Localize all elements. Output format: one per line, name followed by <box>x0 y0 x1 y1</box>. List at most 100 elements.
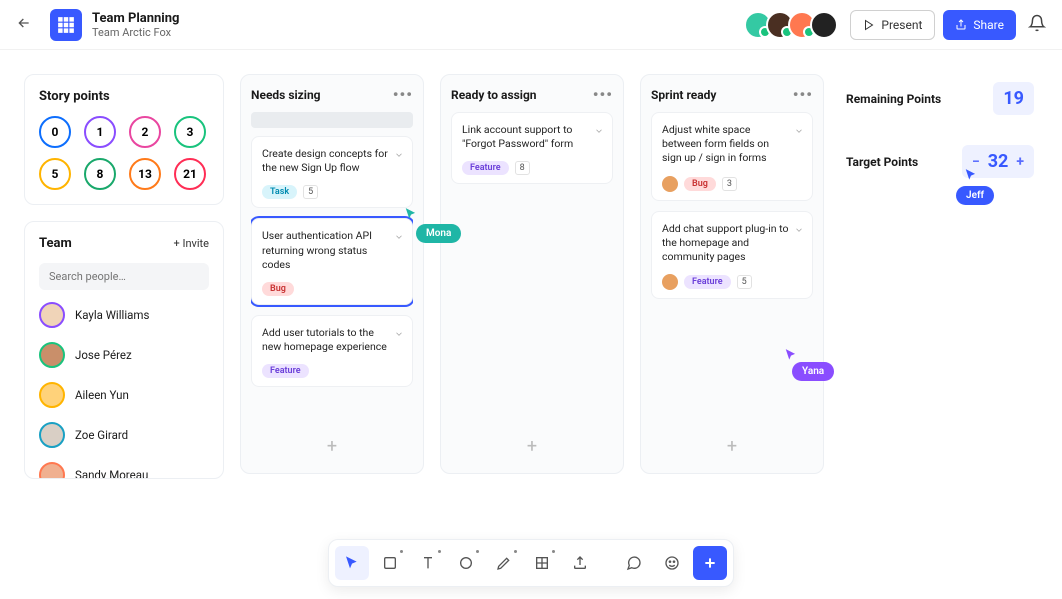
avatar <box>39 422 65 448</box>
board-column: Needs sizing ••• Create design concepts fo… <box>240 74 424 474</box>
avatar <box>39 382 65 408</box>
board-card[interactable]: Adjust white space between form fields o… <box>651 112 813 201</box>
story-points-panel: Story points 0123 58 13 21 <box>24 74 224 205</box>
card-points: 3 <box>722 177 737 191</box>
tool-sticky[interactable] <box>373 546 407 580</box>
type-pill: Feature <box>684 275 731 289</box>
card-points: 5 <box>303 185 318 199</box>
cursor-label-yana: Yana <box>792 362 834 381</box>
type-pill: Feature <box>262 364 309 378</box>
member-name: Sandy Moreau <box>75 468 148 479</box>
search-people-input[interactable] <box>39 263 209 290</box>
chevron-down-icon[interactable] <box>394 145 404 164</box>
remaining-points-value: 19 <box>993 82 1034 115</box>
type-pill: Bug <box>262 282 294 296</box>
story-point-13[interactable]: 13 <box>129 158 161 190</box>
board-card[interactable]: Link account support to "Forgot Password… <box>451 112 613 184</box>
present-label: Present <box>881 18 922 32</box>
tool-stamp[interactable] <box>655 546 689 580</box>
member-name: Aileen Yun <box>75 388 129 402</box>
team-member[interactable]: Sandy Moreau <box>39 462 209 479</box>
toolbar <box>328 539 734 587</box>
tool-select[interactable] <box>335 546 369 580</box>
cursor-label-mona: Mona <box>416 224 461 243</box>
present-button[interactable]: Present <box>850 10 935 40</box>
team-member[interactable]: Kayla Williams <box>39 302 209 328</box>
page-title: Team Planning <box>92 11 179 26</box>
avatar <box>39 462 65 479</box>
avatar <box>39 342 65 368</box>
member-name: Zoe Girard <box>75 428 128 442</box>
target-decrement[interactable]: − <box>972 154 980 170</box>
column-menu-icon[interactable]: ••• <box>593 85 613 104</box>
board-card[interactable]: Add user tutorials to the new homepage e… <box>251 315 413 387</box>
tool-text[interactable] <box>411 546 445 580</box>
tool-pen[interactable] <box>487 546 521 580</box>
card-title: Adjust white space between form fields o… <box>662 123 802 166</box>
member-name: Jose Pérez <box>75 348 132 362</box>
board-column: Ready to assign ••• Link account support t… <box>440 74 624 474</box>
share-button[interactable]: Share <box>943 10 1016 40</box>
card-title: Add chat support plug-in to the homepage… <box>662 222 802 265</box>
target-points-value: 32 <box>988 151 1009 172</box>
team-member[interactable]: Aileen Yun <box>39 382 209 408</box>
target-increment[interactable]: + <box>1016 154 1024 170</box>
column-title: Sprint ready <box>651 88 716 102</box>
story-point-1[interactable]: 1 <box>84 116 116 148</box>
card-title: Link account support to "Forgot Password… <box>462 123 602 151</box>
team-name: Team Arctic Fox <box>92 26 179 39</box>
column-title: Needs sizing <box>251 88 321 102</box>
board-column: Sprint ready ••• Adjust white space betwee… <box>640 74 824 474</box>
team-member[interactable]: Jose Pérez <box>39 342 209 368</box>
tool-shape[interactable] <box>449 546 483 580</box>
presence-avatar[interactable] <box>810 11 838 39</box>
back-button[interactable] <box>16 15 40 35</box>
target-points-label: Target Points <box>846 155 918 169</box>
team-title: Team <box>39 236 72 251</box>
column-menu-icon[interactable]: ••• <box>393 85 413 104</box>
type-pill: Bug <box>684 177 716 191</box>
add-card-button[interactable]: + <box>651 430 813 463</box>
board-card[interactable]: Create design concepts for the new Sign … <box>251 136 413 208</box>
story-point-3[interactable]: 3 <box>174 116 206 148</box>
presence-avatars[interactable] <box>750 11 838 39</box>
story-point-21[interactable]: 21 <box>174 158 206 190</box>
remaining-points-label: Remaining Points <box>846 92 941 106</box>
add-card-button[interactable]: + <box>251 430 413 463</box>
chevron-down-icon[interactable] <box>794 220 804 239</box>
chevron-down-icon[interactable] <box>394 227 404 246</box>
story-point-5[interactable]: 5 <box>39 158 71 190</box>
column-menu-icon[interactable]: ••• <box>793 85 813 104</box>
chevron-down-icon[interactable] <box>794 121 804 140</box>
board-card[interactable]: Add chat support plug-in to the homepage… <box>651 211 813 300</box>
chevron-down-icon[interactable] <box>394 324 404 343</box>
story-points-title: Story points <box>39 89 209 104</box>
card-title: Create design concepts for the new Sign … <box>262 147 402 175</box>
assignee-avatar <box>662 274 678 290</box>
type-pill: Task <box>262 185 297 199</box>
story-point-8[interactable]: 8 <box>84 158 116 190</box>
team-member[interactable]: Zoe Girard <box>39 422 209 448</box>
notifications-icon[interactable] <box>1028 14 1046 36</box>
assignee-avatar <box>662 176 678 192</box>
card-points: 8 <box>515 161 530 175</box>
card-title: Add user tutorials to the new homepage e… <box>262 326 402 354</box>
member-name: Kayla Williams <box>75 308 149 322</box>
story-point-0[interactable]: 0 <box>39 116 71 148</box>
chevron-down-icon[interactable] <box>594 121 604 140</box>
card-points: 5 <box>737 275 752 289</box>
column-title: Ready to assign <box>451 88 537 102</box>
tool-add[interactable] <box>693 546 727 580</box>
add-card-button[interactable]: + <box>451 430 613 463</box>
card-title: User authentication API returning wrong … <box>262 229 402 272</box>
tool-comment[interactable] <box>617 546 651 580</box>
invite-button[interactable]: + Invite <box>174 237 209 250</box>
story-point-2[interactable]: 2 <box>129 116 161 148</box>
document-icon <box>50 9 82 41</box>
cursor-label-jeff: Jeff <box>956 186 994 205</box>
tool-frame[interactable] <box>525 546 559 580</box>
card-placeholder <box>251 112 413 128</box>
tool-upload[interactable] <box>563 546 597 580</box>
remaining-points-stat: Remaining Points 19 <box>842 74 1038 123</box>
board-card[interactable]: User authentication API returning wrong … <box>251 218 413 305</box>
